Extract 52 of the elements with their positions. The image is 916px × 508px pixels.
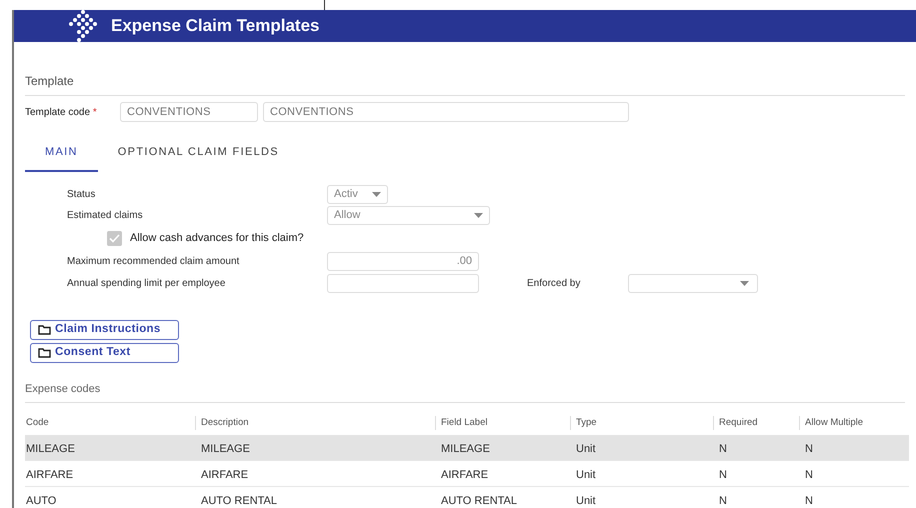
table-cell: MILEAGE [201, 442, 250, 454]
field-label: Maximum recommended claim amount [67, 254, 240, 268]
table-cell: AUTO [26, 494, 56, 506]
column-header[interactable]: Code [26, 416, 49, 430]
logo-icon [69, 10, 99, 42]
caret-icon [372, 192, 381, 196]
column-header[interactable]: Description [201, 416, 249, 430]
estimated-claims-select[interactable]: Allow [327, 206, 490, 224]
folder-icon [38, 348, 51, 358]
folder-button[interactable]: Claim Instructions [30, 320, 179, 340]
table-cell: N [719, 442, 727, 454]
field-label: Annual spending limit per employee [67, 276, 226, 290]
spending-limit-field[interactable] [327, 274, 479, 292]
caret-icon [740, 280, 749, 286]
section-title: Template [25, 74, 74, 88]
column-header[interactable]: Allow Multiple [805, 416, 864, 430]
table-cell: AUTO RENTAL [441, 494, 517, 506]
field-label: Template code * [25, 106, 98, 120]
template-description-field[interactable]: CONVENTIONS [263, 102, 629, 122]
status-select[interactable]: Activ [327, 184, 388, 204]
checkbox-label: Allow cash advances for this claim? [130, 230, 304, 246]
folder-button[interactable]: Consent Text [30, 343, 179, 363]
tab[interactable]: OPTIONAL CLAIM FIELDS [98, 142, 299, 172]
table-cell: AIRFARE [441, 468, 488, 480]
field-label: Enforced by [527, 276, 582, 290]
section-title: Expense codes [25, 383, 100, 395]
table-row[interactable]: MILEAGE MILEAGE MILEAGE Unit N N [25, 435, 909, 461]
field-label: Status [67, 188, 96, 202]
table-cell: Unit [576, 442, 596, 454]
column-header[interactable]: Required [719, 416, 758, 430]
page-title: Expense Claim Templates [111, 15, 320, 38]
template-code-field[interactable]: CONVENTIONS [120, 102, 258, 122]
table-cell: Unit [576, 494, 596, 506]
field-label: Estimated claims [67, 208, 144, 222]
table-cell: AUTO RENTAL [201, 494, 277, 506]
table-cell: N [805, 442, 813, 454]
table-cell: AIRFARE [26, 468, 74, 480]
table-cell: N [805, 468, 813, 480]
table-cell: N [719, 468, 727, 480]
table-cell: MILEAGE [441, 442, 490, 454]
enforced-by-select[interactable] [628, 274, 758, 292]
tab[interactable]: MAIN [25, 142, 98, 172]
column-header[interactable]: Field Label [441, 416, 488, 430]
table-cell: Unit [576, 468, 596, 480]
table-cell: N [719, 494, 727, 506]
amount-field[interactable]: .00 [327, 252, 479, 270]
table-cell: MILEAGE [26, 442, 75, 454]
folder-icon [38, 325, 51, 335]
column-header[interactable]: Type [576, 416, 597, 430]
caret-icon [474, 212, 483, 218]
table-cell: AIRFARE [201, 468, 248, 480]
table-cell: N [805, 494, 813, 506]
